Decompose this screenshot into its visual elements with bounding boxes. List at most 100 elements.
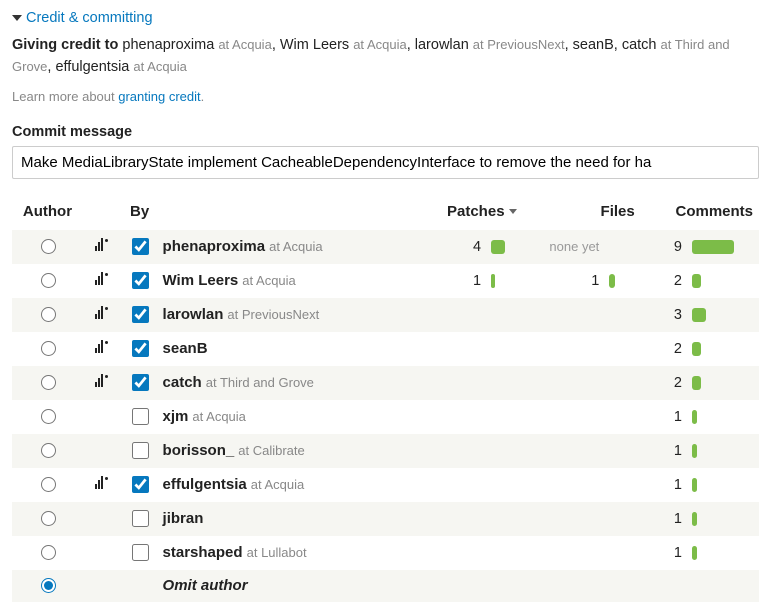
granting-credit-link[interactable]: granting credit: [118, 89, 200, 104]
credit-collapsible-title[interactable]: Credit & committing: [26, 10, 153, 26]
user-name[interactable]: Wim Leers: [163, 272, 239, 289]
author-radio[interactable]: [41, 511, 56, 526]
patches-count: [430, 468, 487, 502]
author-radio[interactable]: [41, 239, 56, 254]
header-patches[interactable]: Patches: [430, 197, 522, 230]
user-org: at Acquia: [269, 239, 323, 254]
header-comments[interactable]: Comments: [641, 197, 759, 230]
files-count: [523, 332, 606, 366]
files-count: 1: [523, 264, 606, 298]
commit-message-input[interactable]: [12, 146, 759, 179]
credited-user: catch: [622, 37, 657, 53]
user-name[interactable]: xjm: [163, 408, 189, 425]
by-checkbox[interactable]: [132, 306, 149, 323]
author-radio[interactable]: [41, 443, 56, 458]
patches-count: [430, 536, 487, 570]
header-author[interactable]: Author: [12, 197, 83, 230]
user-name[interactable]: effulgentsia: [163, 476, 247, 493]
stat-bar: [692, 410, 697, 424]
header-by[interactable]: By: [121, 197, 159, 230]
credited-user: larowlan: [415, 37, 469, 53]
omit-author-label: Omit author: [163, 577, 248, 594]
by-checkbox[interactable]: [132, 544, 149, 561]
files-count: [523, 468, 606, 502]
table-row: seanB 2: [12, 332, 759, 366]
comments-count: 2: [641, 332, 688, 366]
by-checkbox[interactable]: [132, 272, 149, 289]
credited-org: at PreviousNext: [473, 37, 565, 52]
credited-user: effulgentsia: [55, 59, 129, 75]
stat-bar: [692, 444, 697, 458]
by-checkbox[interactable]: [132, 476, 149, 493]
files-count: [523, 298, 606, 332]
by-checkbox[interactable]: [132, 510, 149, 527]
stat-bar: [692, 376, 701, 390]
stat-bar: [491, 240, 505, 254]
author-radio[interactable]: [41, 545, 56, 560]
stat-bar: [692, 478, 697, 492]
patches-count: [430, 332, 487, 366]
user-name[interactable]: jibran: [163, 510, 204, 527]
omit-author-radio[interactable]: [41, 578, 56, 593]
patches-count: 1: [430, 264, 487, 298]
comments-count: 2: [641, 264, 688, 298]
credited-icon: [95, 239, 108, 251]
author-radio[interactable]: [41, 273, 56, 288]
author-radio[interactable]: [41, 307, 56, 322]
user-name[interactable]: seanB: [163, 340, 208, 357]
author-radio[interactable]: [41, 409, 56, 424]
learn-more: Learn more about granting credit.: [12, 89, 759, 104]
user-name[interactable]: starshaped: [163, 544, 243, 561]
stat-bar: [491, 274, 495, 288]
credited-icon: [95, 477, 108, 489]
patches-count: [430, 400, 487, 434]
by-checkbox[interactable]: [132, 340, 149, 357]
user-name[interactable]: catch: [163, 374, 202, 391]
credit-prefix: Giving credit to: [12, 37, 118, 53]
credited-org: at Acquia: [353, 37, 407, 52]
credited-org: at Acquia: [133, 59, 187, 74]
files-none: none yet: [549, 239, 599, 254]
by-checkbox[interactable]: [132, 238, 149, 255]
comments-count: 1: [641, 502, 688, 536]
files-count: [523, 366, 606, 400]
comments-count: 1: [641, 536, 688, 570]
patches-count: [430, 434, 487, 468]
credit-summary: Giving credit to phenaproxima at Acquia,…: [12, 34, 759, 79]
user-org: at Lullabot: [247, 545, 307, 560]
by-checkbox[interactable]: [132, 408, 149, 425]
by-checkbox[interactable]: [132, 374, 149, 391]
header-files[interactable]: Files: [523, 197, 641, 230]
stat-bar: [692, 308, 706, 322]
learn-prefix: Learn more about: [12, 89, 118, 104]
files-count: [523, 536, 606, 570]
header-name: [159, 197, 431, 230]
comments-count: 1: [641, 468, 688, 502]
by-checkbox[interactable]: [132, 442, 149, 459]
user-name[interactable]: phenaproxima: [163, 238, 266, 255]
credited-org: at Acquia: [218, 37, 272, 52]
credit-collapsible-header[interactable]: Credit & committing: [12, 10, 759, 26]
stat-bar: [692, 512, 697, 526]
files-count: [523, 434, 606, 468]
comments-count: 9: [641, 230, 688, 264]
chevron-down-icon: [12, 15, 22, 21]
user-name[interactable]: larowlan: [163, 306, 224, 323]
author-radio[interactable]: [41, 341, 56, 356]
table-row: jibran 1: [12, 502, 759, 536]
author-radio[interactable]: [41, 477, 56, 492]
comments-count: 2: [641, 366, 688, 400]
author-radio[interactable]: [41, 375, 56, 390]
user-org: at Acquia: [192, 409, 246, 424]
table-row: larowlan at PreviousNext3: [12, 298, 759, 332]
credited-icon: [95, 307, 108, 319]
table-row: catch at Third and Grove2: [12, 366, 759, 400]
stat-bar: [692, 274, 701, 288]
user-org: at Calibrate: [238, 443, 304, 458]
user-name[interactable]: borisson_: [163, 442, 235, 459]
sort-caret-icon: [509, 209, 517, 214]
credited-icon: [95, 341, 108, 353]
user-org: at Acquia: [251, 477, 305, 492]
credited-icon: [95, 375, 108, 387]
comments-count: 3: [641, 298, 688, 332]
